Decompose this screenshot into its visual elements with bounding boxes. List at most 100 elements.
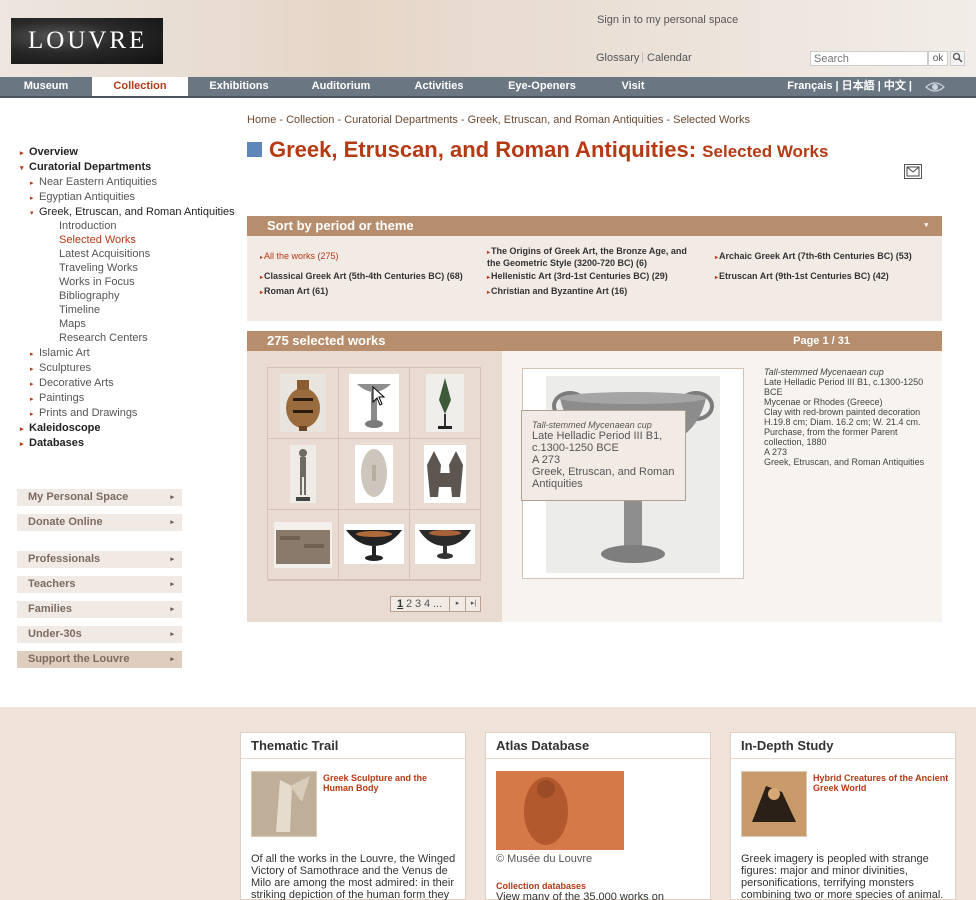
leftnav-research-centers[interactable]: Research Centers [59, 332, 148, 344]
page-3-link[interactable]: 3 [415, 598, 421, 610]
glossary-link[interactable]: Glossary [596, 52, 639, 64]
leftnav-overview[interactable]: ▸ Overview [20, 146, 78, 158]
atlas-photo[interactable] [496, 771, 624, 850]
detail-dimensions: H.19.8 cm; Diam. 16.2 cm; W. 21.4 cm. [764, 417, 921, 427]
thumbnail-kylix-2[interactable] [410, 510, 481, 581]
leftnav-paintings[interactable]: ▸ Paintings [30, 392, 84, 404]
page-2-link[interactable]: 2 [406, 598, 412, 610]
nav-museum[interactable]: Museum [0, 77, 92, 96]
leftnav-databases[interactable]: ▸ Databases [20, 437, 84, 449]
leftnav-islamic-art[interactable]: ▸ Islamic Art [30, 347, 90, 359]
sort-link-classical[interactable]: ▸Classical Greek Art (5th-4th Centuries … [260, 271, 463, 283]
last-page-icon[interactable]: ▸| [465, 596, 481, 612]
tooltip-period: Late Helladic Period III B1, c.1300-1250… [532, 430, 663, 454]
leftnav-prints-drawings[interactable]: ▸ Prints and Drawings [30, 407, 137, 419]
my-personal-space-button[interactable]: My Personal Space ▸ [17, 489, 182, 506]
page-1-link[interactable]: 1 [397, 598, 403, 610]
next-page-icon[interactable]: ▸ [449, 596, 465, 612]
leftnav-traveling-works[interactable]: Traveling Works [59, 262, 138, 274]
work-details: Tall-stemmed Mycenaean cup Late Helladic… [764, 367, 934, 467]
nav-auditorium[interactable]: Auditorium [290, 77, 392, 96]
leftnav-egyptian[interactable]: ▸ Egyptian Antiquities [30, 191, 135, 203]
leftnav-timeline[interactable]: Timeline [59, 304, 100, 316]
thumbnail-statuette[interactable] [268, 439, 339, 510]
card-heading: Thematic Trail [241, 733, 465, 759]
leftnav-latest-acquisitions[interactable]: Latest Acquisitions [59, 248, 150, 260]
card-text: View many of the 35,000 works on display… [496, 891, 664, 900]
language-switcher[interactable]: Français | 日本語 | 中文 | [787, 77, 912, 96]
teachers-button[interactable]: Teachers ▸ [17, 576, 182, 593]
leftnav-decorative-arts[interactable]: ▸ Decorative Arts [30, 377, 114, 389]
card-heading: In-Depth Study [731, 733, 955, 759]
professionals-button[interactable]: Professionals ▸ [17, 551, 182, 568]
nav-activities[interactable]: Activities [392, 77, 486, 96]
chevron-down-icon[interactable]: ▾ [924, 216, 928, 236]
leftnav-kaleidoscope[interactable]: ▸ Kaleidoscope [20, 422, 101, 434]
breadcrumb[interactable]: Home - Collection - Curatorial Departmen… [247, 114, 750, 126]
nav-eye-openers[interactable]: Eye-Openers [486, 77, 598, 96]
leftnav-sculptures[interactable]: ▸ Sculptures [30, 362, 91, 374]
collection-databases-link[interactable]: Collection databases [496, 881, 586, 891]
thumbnail-figurine-pair[interactable] [410, 439, 481, 510]
signin-link[interactable]: Sign in to my personal space [597, 14, 738, 26]
calendar-link[interactable]: Calendar [647, 52, 692, 64]
title-main: Greek, Etruscan, and Roman Antiquities: [269, 137, 697, 162]
leftnav-bibliography[interactable]: Bibliography [59, 290, 120, 302]
search-ok-button[interactable]: ok [928, 51, 948, 66]
card-text: Greek imagery is peopled with strange fi… [741, 853, 944, 900]
thematic-trail-card: Thematic Trail Greek Sculpture and the H… [240, 732, 466, 900]
works-count: 275 selected works [267, 333, 386, 348]
sort-heading: Sort by period or theme [267, 218, 414, 233]
work-tooltip: Tall-stemmed Mycenaean cup Late Helladic… [521, 410, 686, 501]
donate-online-button[interactable]: Donate Online ▸ [17, 514, 182, 531]
thumbnail-relief[interactable] [268, 510, 339, 581]
detail-inventory: A 273 [764, 447, 788, 457]
thumbnail-kylix-1[interactable] [339, 510, 410, 581]
sort-panel-header[interactable]: Sort by period or theme ▾ [247, 216, 942, 236]
tooltip-department: Greek, Etruscan, and Roman Antiquities [532, 466, 675, 490]
page-indicator: Page 1 / 31 [793, 335, 850, 347]
email-icon[interactable] [904, 164, 922, 179]
detail-acquisition: Purchase, from the former Parent collect… [764, 427, 898, 447]
greek-sculpture-link[interactable]: Greek Sculpture and the Human Body [323, 773, 459, 793]
sort-link-all[interactable]: ▸All the works (275) [260, 251, 339, 263]
families-button[interactable]: Families ▸ [17, 601, 182, 618]
detail-material: Clay with red-brown painted decoration [764, 407, 921, 417]
nav-collection[interactable]: Collection [92, 77, 188, 96]
leftnav-selected-works[interactable]: Selected Works [59, 234, 136, 246]
search-input[interactable] [810, 51, 928, 66]
tooltip-title: Tall-stemmed Mycenaean cup [532, 420, 652, 430]
nav-visit[interactable]: Visit [598, 77, 668, 96]
leftnav-maps[interactable]: Maps [59, 318, 86, 330]
photo-credit: © Musée du Louvre [496, 853, 593, 865]
works-panel-header: 275 selected works Page 1 / 31 [247, 331, 942, 351]
winged-victory-photo[interactable] [251, 771, 317, 837]
sort-link-roman[interactable]: ▸Roman Art (61) [260, 286, 328, 298]
advanced-search-icon[interactable] [950, 51, 965, 66]
page-4-link[interactable]: 4 [424, 598, 430, 610]
hybrid-creatures-photo[interactable] [741, 771, 807, 837]
hybrid-creatures-link[interactable]: Hybrid Creatures of the Ancient Greek Wo… [813, 773, 949, 793]
leftnav-curatorial-departments[interactable]: ▾ Curatorial Departments [20, 161, 151, 173]
sort-link-origins[interactable]: ▸The Origins of Greek Art, the Bronze Ag… [487, 246, 697, 268]
sort-link-etruscan[interactable]: ▸Etruscan Art (9th-1st Centuries BC) (42… [715, 271, 889, 283]
sort-link-hellenistic[interactable]: ▸Hellenistic Art (3rd-1st Centuries BC) … [487, 271, 668, 283]
detail-department: Greek, Etruscan, and Roman Antiquities [764, 457, 925, 467]
thumbnail-cycladic-head[interactable] [339, 439, 410, 510]
sort-link-christian-byzantine[interactable]: ▸Christian and Byzantine Art (16) [487, 286, 627, 298]
pagination: 1 2 3 4 ... ▸ ▸| [390, 596, 481, 612]
leftnav-near-eastern[interactable]: ▸ Near Eastern Antiquities [30, 176, 157, 188]
sort-link-archaic[interactable]: ▸Archaic Greek Art (7th-6th Centuries BC… [715, 251, 912, 263]
louvre-logo[interactable]: LOUVRE [11, 18, 163, 64]
detail-title: Tall-stemmed Mycenaean cup [764, 367, 884, 377]
thumbnail-amphora[interactable] [268, 368, 339, 439]
eye-icon[interactable] [925, 80, 945, 94]
leftnav-introduction[interactable]: Introduction [59, 220, 116, 232]
thumbnail-spearhead[interactable] [410, 368, 481, 439]
support-louvre-button[interactable]: Support the Louvre ▸ [17, 651, 182, 668]
nav-exhibitions[interactable]: Exhibitions [188, 77, 290, 96]
leftnav-works-in-focus[interactable]: Works in Focus [59, 276, 135, 288]
leftnav-greek-etruscan-roman[interactable]: ▾ Greek, Etruscan, and Roman Antiquities [30, 206, 235, 218]
under-30s-button[interactable]: Under-30s ▸ [17, 626, 182, 643]
page-title: Greek, Etruscan, and Roman Antiquities: … [269, 137, 828, 163]
